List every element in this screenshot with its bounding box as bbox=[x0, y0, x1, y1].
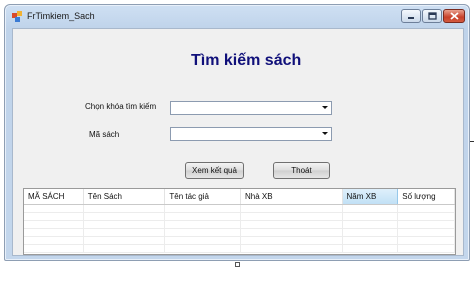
table-row bbox=[24, 237, 455, 245]
book-id-label: Mã sách bbox=[89, 130, 120, 139]
app-icon bbox=[12, 11, 22, 22]
window-title: FrTimkiem_Sach bbox=[27, 11, 95, 21]
table-row bbox=[24, 245, 455, 253]
column-header-ten-sach[interactable]: Tên Sách bbox=[84, 189, 166, 204]
column-header-nha-xb[interactable]: Nhà XB bbox=[241, 189, 343, 204]
column-header-nam-xb[interactable]: Năm XB bbox=[342, 189, 399, 204]
form-window: FrTimkiem_Sach Tìm kiếm sách Chọn khóa t… bbox=[4, 4, 470, 261]
grid-header: MÃ SÁCH Tên Sách Tên tác giả Nhà XB Năm … bbox=[24, 189, 455, 205]
view-results-button[interactable]: Xem kết quả bbox=[185, 162, 244, 179]
title-bar[interactable]: FrTimkiem_Sach bbox=[5, 5, 469, 28]
minimize-icon bbox=[408, 17, 414, 19]
column-header-ma-sach[interactable]: MÃ SÁCH bbox=[24, 189, 84, 204]
resize-handle[interactable] bbox=[235, 262, 240, 267]
maximize-button[interactable] bbox=[422, 9, 442, 23]
close-button[interactable] bbox=[443, 9, 465, 23]
results-grid[interactable]: MÃ SÁCH Tên Sách Tên tác giả Nhà XB Năm … bbox=[23, 188, 456, 255]
table-row bbox=[24, 213, 455, 221]
maximize-icon bbox=[427, 12, 437, 20]
exit-button[interactable]: Thoát bbox=[273, 162, 330, 179]
table-row bbox=[24, 229, 455, 237]
book-id-dropdown[interactable] bbox=[170, 127, 332, 141]
page-title: Tìm kiếm sách bbox=[191, 52, 302, 69]
minimize-button[interactable] bbox=[401, 9, 421, 23]
table-row bbox=[24, 221, 455, 229]
column-header-so-luong[interactable]: Số lượng bbox=[398, 189, 455, 204]
search-key-dropdown[interactable] bbox=[170, 101, 332, 115]
chevron-down-icon bbox=[322, 132, 328, 135]
grid-body bbox=[24, 205, 455, 253]
close-icon bbox=[449, 12, 459, 20]
form-client-area: Tìm kiếm sách Chọn khóa tìm kiếm Mã sách… bbox=[12, 28, 464, 256]
table-row bbox=[24, 205, 455, 213]
column-header-ten-tac-gia[interactable]: Tên tác giả bbox=[165, 189, 241, 204]
search-key-label: Chọn khóa tìm kiếm bbox=[85, 102, 157, 111]
chevron-down-icon bbox=[322, 106, 328, 109]
